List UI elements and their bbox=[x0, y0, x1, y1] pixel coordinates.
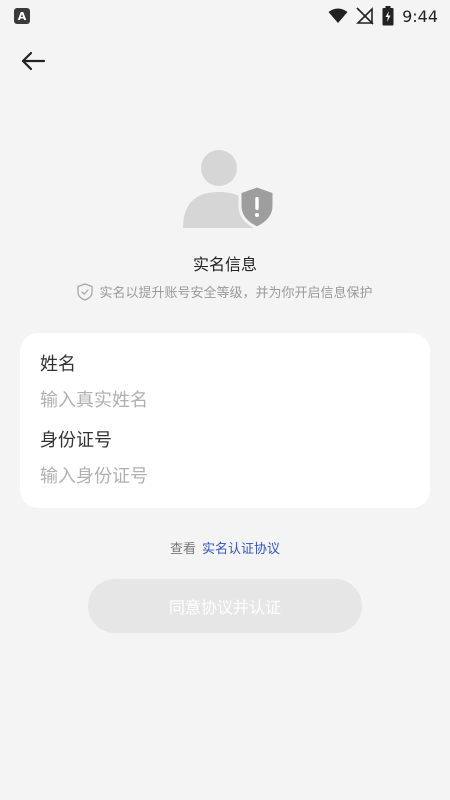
battery-charging-icon bbox=[382, 6, 394, 26]
id-number-input[interactable] bbox=[40, 461, 410, 491]
agreement-row: 查看 实名认证协议 bbox=[0, 538, 450, 557]
status-time: 9:44 bbox=[402, 6, 438, 26]
description-text: 实名以提升账号安全等级，并为你开启信息保护 bbox=[99, 286, 373, 301]
shield-check-icon bbox=[77, 282, 94, 301]
agree-and-verify-button[interactable]: 同意协议并认证 bbox=[88, 579, 362, 633]
info-description: 实名以提升账号安全等级，并为你开启信息保护 bbox=[0, 282, 450, 301]
user-shield-alert-icon bbox=[183, 150, 276, 230]
arrow-left-icon bbox=[21, 51, 46, 71]
id-number-label: 身份证号 bbox=[40, 430, 112, 451]
page-title: 实名信息 bbox=[192, 255, 257, 274]
agreement-link[interactable]: 实名认证协议 bbox=[202, 542, 280, 557]
back-button[interactable] bbox=[16, 46, 50, 76]
app-notification-icon: A bbox=[14, 8, 30, 24]
form-card: 姓名 身份证号 bbox=[20, 333, 430, 508]
name-field-group: 姓名 bbox=[40, 351, 410, 415]
status-icons: 9:44 bbox=[328, 6, 438, 26]
agreement-prefix: 查看 bbox=[169, 542, 196, 557]
status-bar: A 9:44 bbox=[0, 0, 450, 32]
no-signal-icon bbox=[356, 7, 374, 25]
name-label: 姓名 bbox=[40, 354, 76, 375]
id-number-field-group: 身份证号 bbox=[40, 427, 410, 491]
wifi-icon bbox=[328, 8, 348, 23]
name-input[interactable] bbox=[40, 385, 410, 415]
